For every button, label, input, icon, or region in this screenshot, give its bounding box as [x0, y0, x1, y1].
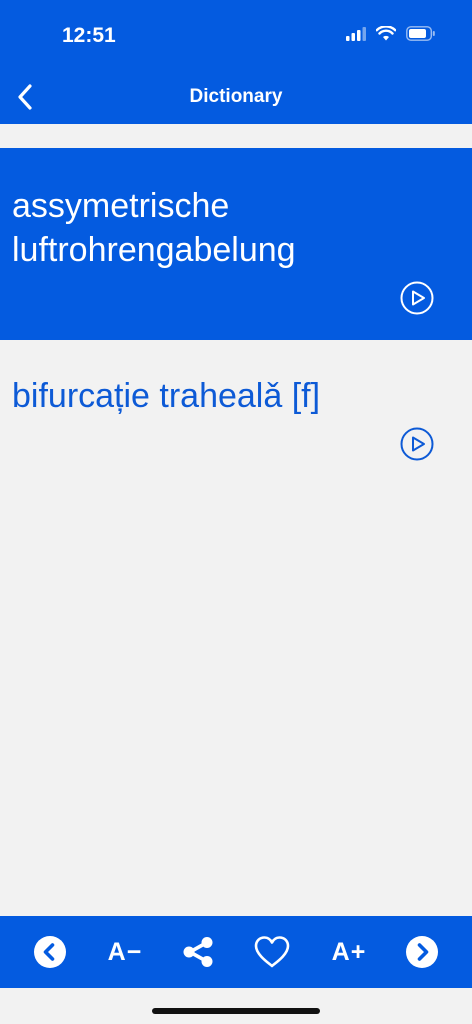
- chevron-right-circle-icon: [406, 936, 438, 968]
- previous-entry-button[interactable]: [32, 932, 68, 972]
- next-entry-button[interactable]: [404, 932, 440, 972]
- home-indicator[interactable]: [152, 1008, 320, 1014]
- home-indicator-area: [0, 988, 472, 1024]
- translation-text: bifurcație trahealǎ [f]: [12, 377, 321, 415]
- bottom-toolbar: A− A+: [0, 916, 472, 988]
- navigation-bar: Dictionary: [0, 70, 472, 124]
- play-icon: [400, 281, 434, 315]
- signal-icon: [346, 26, 366, 41]
- increase-font-button[interactable]: A+: [324, 932, 374, 972]
- play-source-button[interactable]: [400, 281, 434, 315]
- play-translation-button[interactable]: [400, 427, 434, 461]
- spacer: [0, 124, 472, 148]
- decrease-font-button[interactable]: A−: [100, 932, 150, 972]
- play-icon: [400, 427, 434, 461]
- status-time: 12:51: [62, 24, 116, 47]
- source-term-text: assymetrische luftrohrengabelung: [12, 187, 296, 269]
- favorite-button[interactable]: [250, 932, 294, 972]
- share-button[interactable]: [178, 932, 218, 972]
- share-icon: [183, 937, 213, 967]
- chevron-left-circle-icon: [34, 936, 66, 968]
- battery-icon: [406, 26, 435, 41]
- status-icons: [346, 26, 436, 41]
- page-title: Dictionary: [189, 86, 283, 107]
- heart-icon: [254, 936, 290, 968]
- status-bar: 12:51: [0, 0, 472, 70]
- wifi-icon: [376, 26, 396, 41]
- source-term-card: assymetrische luftrohrengabelung: [0, 148, 472, 340]
